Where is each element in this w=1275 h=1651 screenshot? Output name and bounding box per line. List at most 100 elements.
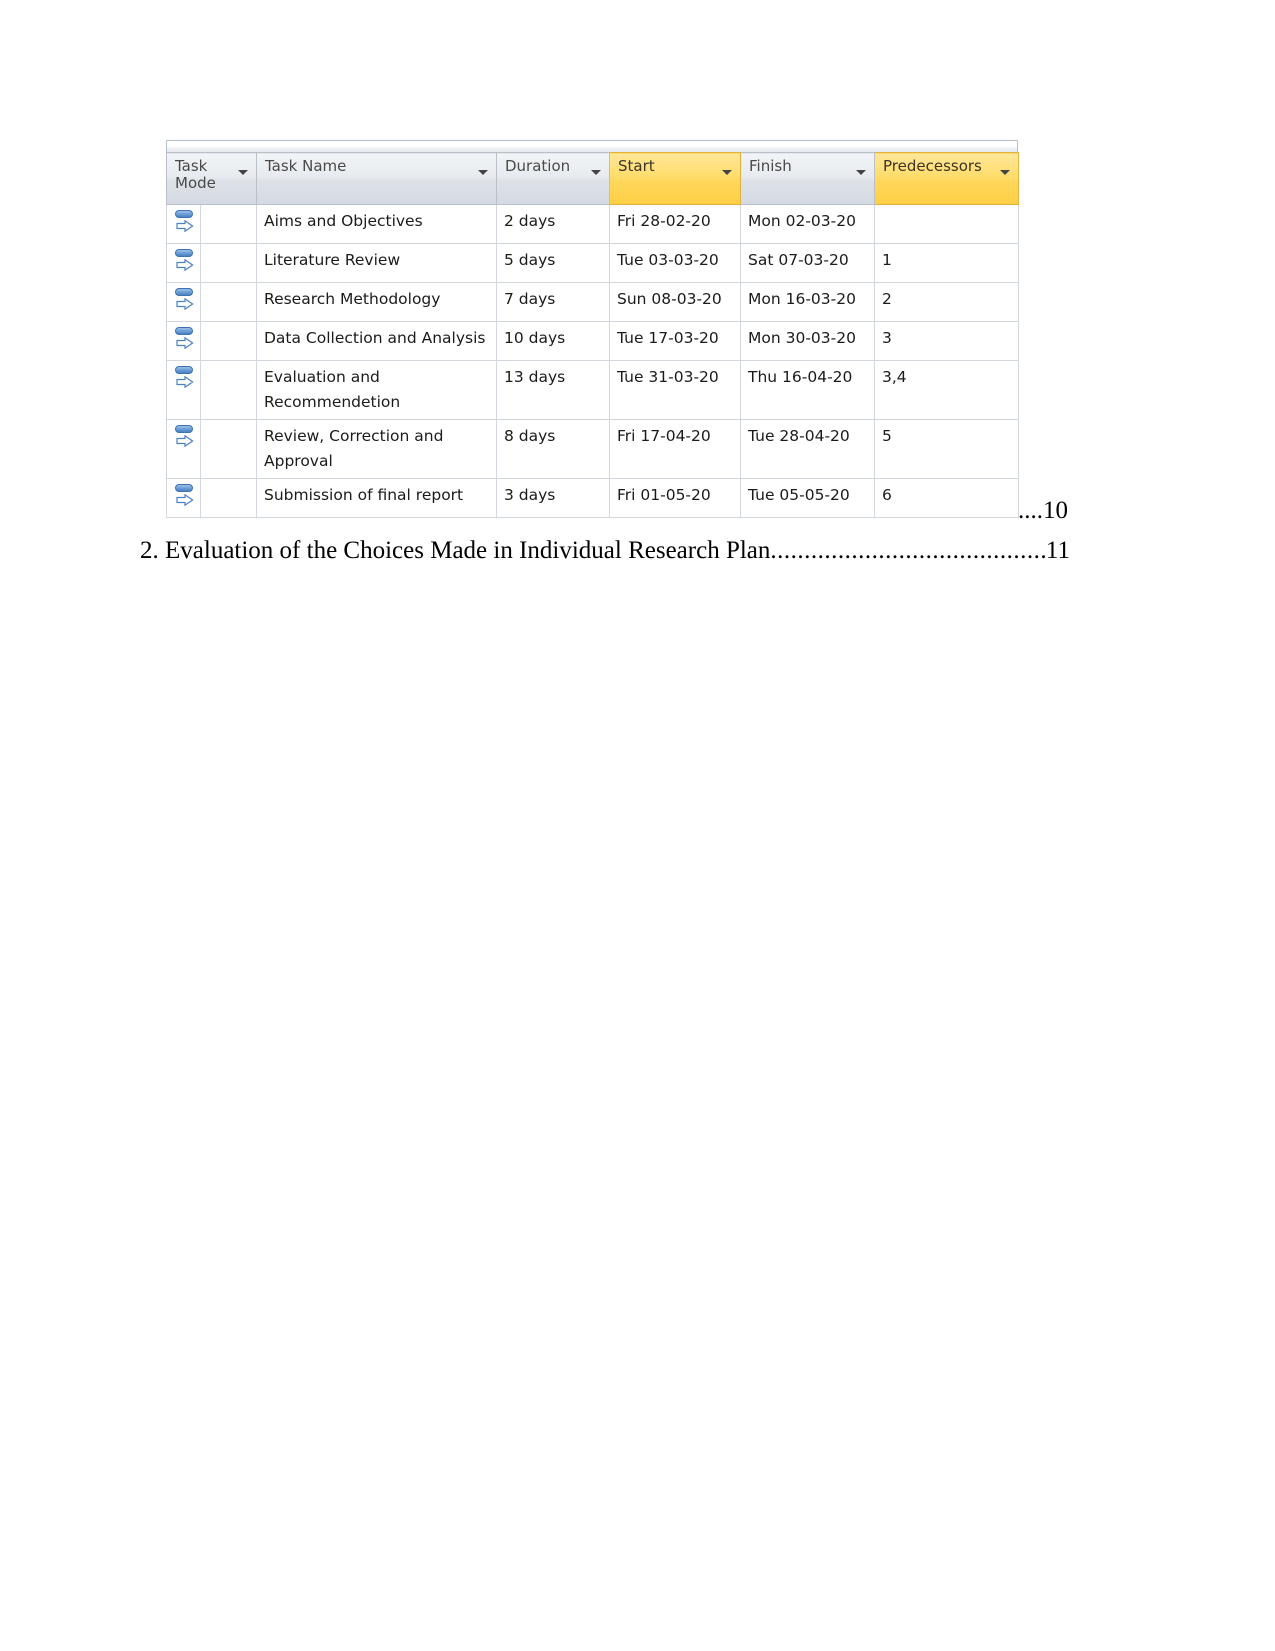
table-row[interactable]: Evaluation and Recommendetion 13 days Tu… xyxy=(166,360,1019,420)
cell-start[interactable]: Fri 01-05-20 xyxy=(609,478,741,518)
cell-finish[interactable]: Tue 28-04-20 xyxy=(740,419,875,479)
column-header-duration[interactable]: Duration xyxy=(496,152,610,205)
table-row[interactable]: Research Methodology 7 days Sun 08-03-20… xyxy=(166,282,1019,322)
manually-scheduled-icon xyxy=(174,365,198,391)
toc-page-number: 11 xyxy=(1045,537,1070,564)
manually-scheduled-icon xyxy=(174,326,198,352)
cell-task-name[interactable]: Submission of final report xyxy=(256,478,497,518)
table-row[interactable]: Aims and Objectives 2 days Fri 28-02-20 … xyxy=(166,204,1019,244)
cell-start[interactable]: Fri 28-02-20 xyxy=(609,204,741,244)
task-mode-arrow-icon xyxy=(176,259,194,271)
table-row[interactable]: Review, Correction and Approval 8 days F… xyxy=(166,419,1019,479)
cell-duration[interactable]: 10 days xyxy=(496,321,610,361)
cell-start[interactable]: Tue 31-03-20 xyxy=(609,360,741,420)
cell-duration[interactable]: 2 days xyxy=(496,204,610,244)
cell-indent-spacer xyxy=(200,419,257,479)
column-header-task-mode[interactable]: Task Mode xyxy=(166,152,257,205)
cell-start[interactable]: Tue 17-03-20 xyxy=(609,321,741,361)
column-header-finish[interactable]: Finish xyxy=(740,152,875,205)
task-mode-pill xyxy=(175,425,193,433)
document-page: Task Mode Task Name Duration Start Finis… xyxy=(0,0,1275,1651)
cell-predecessors[interactable]: 2 xyxy=(874,282,1019,322)
cell-task-mode[interactable] xyxy=(166,204,201,244)
filter-arrow-icon[interactable] xyxy=(722,170,732,175)
cell-start[interactable]: Tue 03-03-20 xyxy=(609,243,741,283)
project-task-table: Task Mode Task Name Duration Start Finis… xyxy=(166,152,1019,518)
column-header-predecessors-label: Predecessors xyxy=(883,157,982,175)
column-header-start-label: Start xyxy=(618,157,655,175)
task-mode-arrow-icon xyxy=(176,220,194,232)
cell-finish[interactable]: Mon 16-03-20 xyxy=(740,282,875,322)
task-mode-arrow-icon xyxy=(176,376,194,388)
cell-predecessors[interactable]: 3,4 xyxy=(874,360,1019,420)
toc-entry-title: 2. Evaluation of the Choices Made in Ind… xyxy=(140,537,771,564)
column-header-start[interactable]: Start xyxy=(609,152,741,205)
toc-dot-leader: ........................................… xyxy=(770,537,1045,564)
task-mode-pill xyxy=(175,210,193,218)
cell-indent-spacer xyxy=(200,282,257,322)
table-row[interactable]: Submission of final report 3 days Fri 01… xyxy=(166,478,1019,518)
cell-task-name[interactable]: Literature Review xyxy=(256,243,497,283)
filter-arrow-icon[interactable] xyxy=(591,170,601,175)
task-mode-arrow-icon xyxy=(176,494,194,506)
table-row[interactable]: Data Collection and Analysis 10 days Tue… xyxy=(166,321,1019,361)
task-mode-pill xyxy=(175,484,193,492)
toc-entry-line: 2. Evaluation of the Choices Made in Ind… xyxy=(140,536,1070,566)
cell-indent-spacer xyxy=(200,243,257,283)
task-mode-pill xyxy=(175,288,193,296)
manually-scheduled-icon xyxy=(174,287,198,313)
cell-finish[interactable]: Tue 05-05-20 xyxy=(740,478,875,518)
cell-duration[interactable]: 5 days xyxy=(496,243,610,283)
task-mode-pill xyxy=(175,249,193,257)
task-mode-arrow-icon xyxy=(176,337,194,349)
cell-start[interactable]: Sun 08-03-20 xyxy=(609,282,741,322)
cell-duration[interactable]: 3 days xyxy=(496,478,610,518)
cell-predecessors[interactable]: 5 xyxy=(874,419,1019,479)
cell-predecessors[interactable]: 6 xyxy=(874,478,1019,518)
cell-finish[interactable]: Thu 16-04-20 xyxy=(740,360,875,420)
cell-start[interactable]: Fri 17-04-20 xyxy=(609,419,741,479)
cell-task-mode[interactable] xyxy=(166,419,201,479)
cell-task-name[interactable]: Aims and Objectives xyxy=(256,204,497,244)
cell-task-mode[interactable] xyxy=(166,360,201,420)
task-mode-pill xyxy=(175,366,193,374)
cell-task-mode[interactable] xyxy=(166,243,201,283)
task-mode-arrow-icon xyxy=(176,298,194,310)
filter-arrow-icon[interactable] xyxy=(856,170,866,175)
task-mode-pill xyxy=(175,327,193,335)
cell-duration[interactable]: 13 days xyxy=(496,360,610,420)
filter-arrow-icon[interactable] xyxy=(1000,170,1010,175)
cell-duration[interactable]: 7 days xyxy=(496,282,610,322)
table-row[interactable]: Literature Review 5 days Tue 03-03-20 Sa… xyxy=(166,243,1019,283)
cell-duration[interactable]: 8 days xyxy=(496,419,610,479)
cell-indent-spacer xyxy=(200,360,257,420)
cell-task-name[interactable]: Evaluation and Recommendetion xyxy=(256,360,497,420)
task-mode-arrow-icon xyxy=(176,435,194,447)
filter-arrow-icon[interactable] xyxy=(238,170,248,175)
capture-top-edge xyxy=(166,140,1018,147)
column-header-finish-label: Finish xyxy=(749,157,792,175)
cell-task-name[interactable]: Review, Correction and Approval xyxy=(256,419,497,479)
cell-finish[interactable]: Mon 02-03-20 xyxy=(740,204,875,244)
column-header-task-mode-label: Task Mode xyxy=(175,157,216,192)
cell-indent-spacer xyxy=(200,321,257,361)
cell-predecessors[interactable]: 3 xyxy=(874,321,1019,361)
project-table-capture: Task Mode Task Name Duration Start Finis… xyxy=(166,140,1019,518)
cell-predecessors[interactable] xyxy=(874,204,1019,244)
cell-finish[interactable]: Mon 30-03-20 xyxy=(740,321,875,361)
cell-task-name[interactable]: Research Methodology xyxy=(256,282,497,322)
cell-indent-spacer xyxy=(200,204,257,244)
cell-predecessors[interactable]: 1 xyxy=(874,243,1019,283)
cell-task-mode[interactable] xyxy=(166,282,201,322)
column-header-task-name[interactable]: Task Name xyxy=(256,152,497,205)
column-header-task-name-label: Task Name xyxy=(265,157,347,175)
filter-arrow-icon[interactable] xyxy=(478,170,488,175)
manually-scheduled-icon xyxy=(174,483,198,509)
cell-indent-spacer xyxy=(200,478,257,518)
manually-scheduled-icon xyxy=(174,248,198,274)
cell-task-name[interactable]: Data Collection and Analysis xyxy=(256,321,497,361)
column-header-predecessors[interactable]: Predecessors xyxy=(874,152,1019,205)
cell-finish[interactable]: Sat 07-03-20 xyxy=(740,243,875,283)
cell-task-mode[interactable] xyxy=(166,478,201,518)
cell-task-mode[interactable] xyxy=(166,321,201,361)
